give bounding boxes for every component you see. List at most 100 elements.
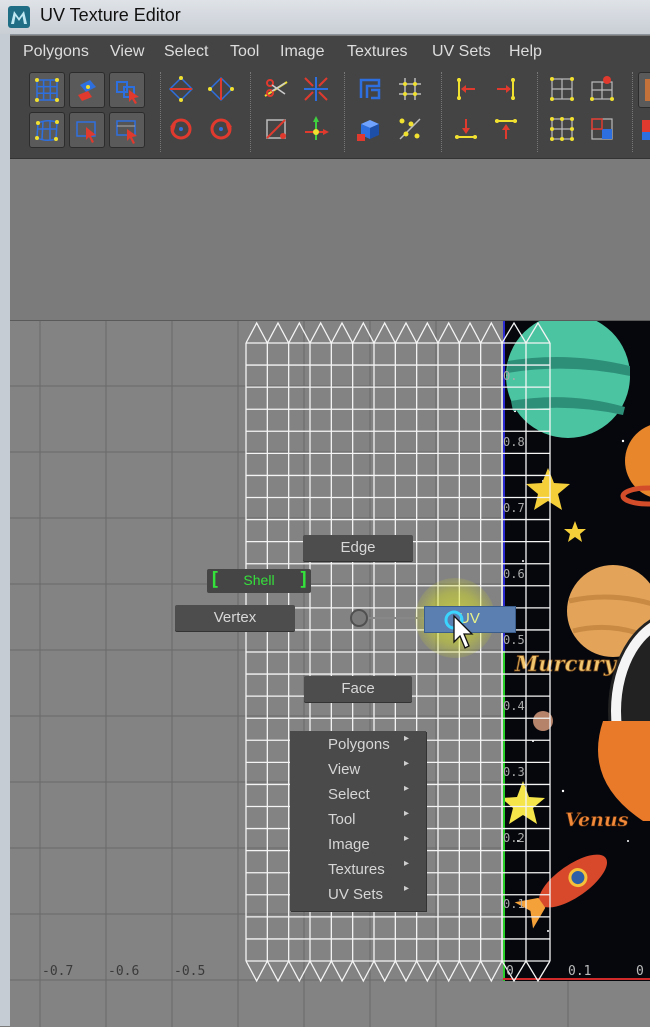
straighten-icon bbox=[399, 118, 421, 140]
v-axis-label: 0.6 bbox=[503, 567, 525, 581]
warp-grid-icon bbox=[35, 119, 59, 142]
submenu-arrow-icon: ▸ bbox=[404, 858, 410, 869]
move-sew-button[interactable] bbox=[301, 114, 331, 144]
checker-map-button[interactable] bbox=[642, 114, 650, 144]
marking-menu-face[interactable]: Face bbox=[304, 676, 412, 702]
move-uv-shell-button[interactable] bbox=[69, 72, 105, 108]
submenu-uv-sets[interactable]: UV Sets ▸ bbox=[290, 883, 426, 907]
align-top-button[interactable] bbox=[491, 114, 521, 144]
menu-textures[interactable]: Textures bbox=[347, 43, 407, 61]
marking-menu-shell[interactable]: [ Shell ] bbox=[207, 568, 311, 593]
image-icon bbox=[645, 79, 650, 101]
v-axis-label: 0.3 bbox=[503, 765, 525, 779]
grid-uvs-button[interactable] bbox=[395, 74, 425, 104]
lattice-grid-icon bbox=[35, 78, 59, 102]
u-axis-label: -0.7 bbox=[42, 964, 74, 979]
u-axis-label: -0.5 bbox=[174, 964, 206, 979]
select-shortest-edge-button[interactable] bbox=[69, 112, 105, 148]
sew-uv-edges-button[interactable] bbox=[261, 114, 291, 144]
marking-menu-vertex[interactable]: Vertex bbox=[175, 605, 295, 631]
cut-uv-edges-button[interactable] bbox=[261, 74, 291, 104]
rotate-ccw-button[interactable] bbox=[166, 114, 196, 144]
snapshot-icon bbox=[116, 120, 137, 144]
v-axis-label: 0.7 bbox=[503, 501, 525, 515]
uv-snapshot-button[interactable] bbox=[109, 112, 145, 148]
split-icon bbox=[304, 77, 328, 101]
mouse-cursor-icon bbox=[444, 610, 474, 649]
layout-uvs-button[interactable] bbox=[355, 74, 385, 104]
flip-u-icon bbox=[168, 76, 194, 102]
u-axis-label: 0.1 bbox=[568, 964, 592, 979]
u-axis-label: 0 bbox=[636, 964, 644, 979]
scissors-icon bbox=[264, 79, 288, 97]
submenu-arrow-icon: ▸ bbox=[404, 783, 410, 794]
maya-logo-icon bbox=[8, 6, 30, 28]
tweak-uv-button[interactable] bbox=[109, 72, 145, 108]
rotate-cw-icon bbox=[210, 118, 232, 140]
uv-smudge-button[interactable] bbox=[29, 112, 65, 148]
shell-label: Shell bbox=[243, 572, 275, 588]
align-right-button[interactable] bbox=[491, 74, 521, 104]
v-axis-label: 0. bbox=[503, 369, 518, 383]
select-border-button[interactable] bbox=[547, 114, 577, 144]
marking-menu-edge[interactable]: Edge bbox=[303, 535, 413, 561]
tweak-uv-icon bbox=[116, 81, 139, 104]
menu-image[interactable]: Image bbox=[280, 43, 324, 61]
align-left-button[interactable] bbox=[451, 74, 481, 104]
window-title: UV Texture Editor bbox=[40, 5, 181, 25]
border-select-icon bbox=[550, 117, 574, 141]
u-axis-label: -0.6 bbox=[108, 964, 140, 979]
split-uvs-button[interactable] bbox=[301, 74, 331, 104]
editor-empty-area bbox=[10, 159, 650, 320]
select-arrow-icon bbox=[76, 121, 96, 143]
submenu-arrow-icon: ▸ bbox=[404, 758, 410, 769]
submenu-arrow-icon: ▸ bbox=[404, 808, 410, 819]
unfold-cube-icon bbox=[357, 120, 379, 141]
convert-selection-icon bbox=[591, 118, 613, 140]
flip-uv-v-button[interactable] bbox=[206, 74, 236, 104]
submenu-tool[interactable]: Tool ▸ bbox=[290, 808, 426, 832]
menu-view[interactable]: View bbox=[110, 43, 144, 61]
marking-menu-submenu: Polygons ▸ View ▸ Select ▸ Tool ▸ Image ▸ Tex… bbox=[290, 731, 426, 911]
window-frame bbox=[0, 34, 10, 1026]
submenu-polygons[interactable]: Polygons ▸ bbox=[290, 733, 426, 757]
menu-help[interactable]: Help bbox=[509, 43, 542, 61]
straighten-uvs-button[interactable] bbox=[395, 114, 425, 144]
align-left-icon bbox=[457, 78, 475, 100]
u-axis-label: 0 bbox=[506, 964, 514, 979]
uv-viewport[interactable]: Murcury Venus -0.7 -0.6 -0.5 0 0.1 0 1 0… bbox=[10, 320, 650, 1027]
convert-selection-button[interactable] bbox=[587, 114, 617, 144]
align-bottom-button[interactable] bbox=[451, 114, 481, 144]
checker-icon bbox=[642, 120, 650, 140]
layout-icon bbox=[359, 78, 381, 100]
menu-tool[interactable]: Tool bbox=[230, 43, 259, 61]
grow-selection-button[interactable] bbox=[587, 74, 617, 104]
move-shell-icon bbox=[78, 80, 96, 101]
rotate-cw-button[interactable] bbox=[206, 114, 236, 144]
submenu-image[interactable]: Image ▸ bbox=[290, 833, 426, 857]
shrink-selection-icon bbox=[550, 77, 574, 101]
menu-uv-sets[interactable]: UV Sets bbox=[432, 43, 491, 61]
rotate-ccw-icon bbox=[170, 118, 192, 140]
v-axis-label: 0.1 bbox=[503, 897, 525, 911]
menu-polygons[interactable]: Polygons bbox=[23, 43, 89, 61]
submenu-textures[interactable]: Textures ▸ bbox=[290, 858, 426, 882]
v-axis-label: 0.2 bbox=[503, 831, 525, 845]
uv-lattice-tool-button[interactable] bbox=[29, 72, 65, 108]
unfold-uvs-button[interactable] bbox=[355, 114, 385, 144]
title-bar: UV Texture Editor bbox=[0, 0, 650, 35]
v-axis-label: 0.4 bbox=[503, 699, 525, 713]
align-right-icon bbox=[497, 78, 515, 100]
grid-icon bbox=[399, 78, 421, 100]
submenu-view[interactable]: View ▸ bbox=[290, 758, 426, 782]
v-axis-label: 0.8 bbox=[503, 435, 525, 449]
submenu-select[interactable]: Select ▸ bbox=[290, 783, 426, 807]
display-image-button[interactable] bbox=[638, 72, 650, 108]
uv-toolbar bbox=[10, 66, 650, 159]
flip-uv-u-button[interactable] bbox=[166, 74, 196, 104]
menu-select[interactable]: Select bbox=[164, 43, 208, 61]
shrink-selection-button[interactable] bbox=[547, 74, 577, 104]
grow-selection-icon bbox=[590, 76, 614, 101]
sew-icon bbox=[266, 119, 286, 139]
align-top-icon bbox=[495, 119, 517, 139]
